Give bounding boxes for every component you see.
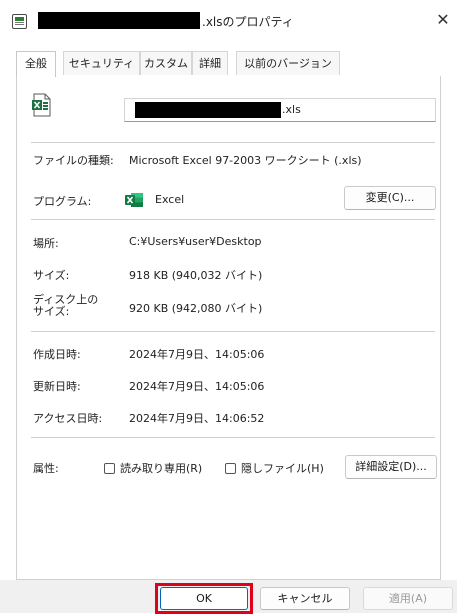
divider xyxy=(31,142,435,143)
tab-bar: 全般 セキュリティ カスタム 詳細 以前のバージョン xyxy=(16,51,441,77)
modified-value: 2024年7月9日、14:05:06 xyxy=(129,380,265,393)
window-title: .xlsのプロパティ xyxy=(202,15,294,29)
accessed-value: 2024年7月9日、14:06:52 xyxy=(129,412,265,425)
redacted-filename xyxy=(38,12,200,29)
divider xyxy=(31,331,435,332)
location-value: C:¥Users¥user¥Desktop xyxy=(129,235,262,248)
file-properties-icon xyxy=(12,14,27,29)
readonly-checkbox[interactable]: 読み取り専用(R) xyxy=(104,460,202,476)
type-value: Microsoft Excel 97-2003 ワークシート (.xls) xyxy=(129,154,362,167)
size-label: サイズ: xyxy=(33,269,70,282)
hidden-label: 隠しファイル(H) xyxy=(241,462,324,475)
readonly-label: 読み取り専用(R) xyxy=(120,462,203,475)
disk-size-value: 920 KB (942,080 バイト) xyxy=(129,302,263,315)
modified-label: 更新日時: xyxy=(33,380,81,393)
created-value: 2024年7月9日、14:05:06 xyxy=(129,348,265,361)
hidden-checkbox[interactable]: 隠しファイル(H) xyxy=(225,460,324,476)
location-label: 場所: xyxy=(33,237,59,250)
title-bar: .xlsのプロパティ ✕ xyxy=(0,0,457,40)
excel-icon xyxy=(125,193,143,207)
excel-file-icon xyxy=(32,93,51,117)
divider xyxy=(31,437,435,438)
type-label: ファイルの種類: xyxy=(33,154,114,167)
tab-custom[interactable]: カスタム xyxy=(140,51,192,75)
ok-button[interactable]: OK xyxy=(160,587,248,610)
redacted-filename xyxy=(135,102,281,118)
disk-size-label: ディスク上のサイズ: xyxy=(33,293,99,318)
tab-details[interactable]: 詳細 xyxy=(192,51,228,75)
checkbox-box[interactable] xyxy=(104,462,115,474)
cancel-button[interactable]: キャンセル xyxy=(260,587,350,610)
filename-field[interactable]: .xls xyxy=(124,98,436,122)
tab-security[interactable]: セキュリティ xyxy=(63,51,140,75)
checkbox-box[interactable] xyxy=(225,462,236,474)
filename-extension: .xls xyxy=(282,103,301,116)
created-label: 作成日時: xyxy=(33,348,81,361)
advanced-attributes-button[interactable]: 詳細設定(D)... xyxy=(345,455,437,479)
attributes-label: 属性: xyxy=(33,462,59,475)
accessed-label: アクセス日時: xyxy=(33,412,103,425)
divider xyxy=(31,219,435,220)
apply-button[interactable]: 適用(A) xyxy=(363,587,453,610)
tab-general[interactable]: 全般 xyxy=(16,51,56,77)
close-button[interactable]: ✕ xyxy=(434,11,452,29)
program-name: Excel xyxy=(155,193,185,206)
size-value: 918 KB (940,032 バイト) xyxy=(129,269,263,282)
tab-previous-versions[interactable]: 以前のバージョン xyxy=(236,51,340,75)
change-program-button[interactable]: 変更(C)... xyxy=(344,186,436,210)
program-label: プログラム: xyxy=(33,195,92,208)
